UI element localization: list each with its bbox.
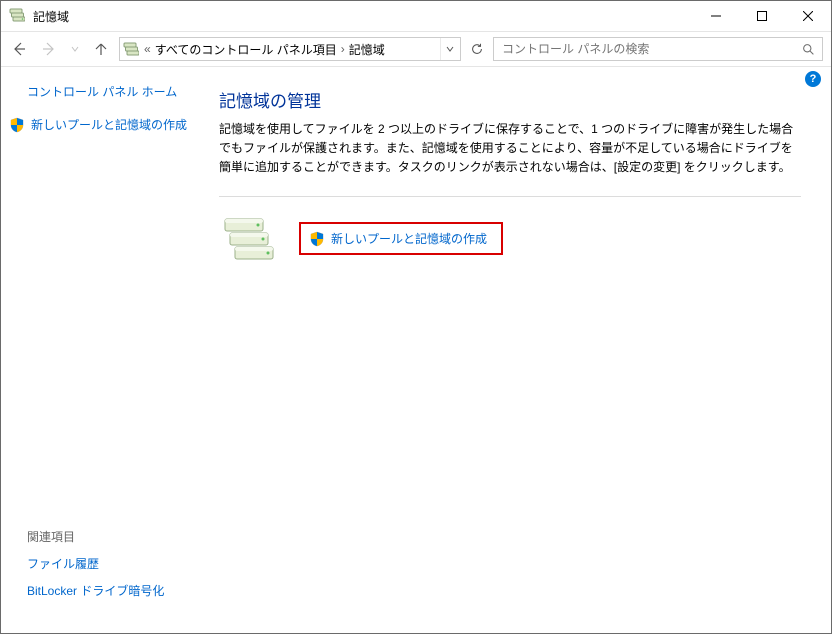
sidebar-link-label: 新しいプールと記憶域の作成 [31,116,187,133]
sidebar: コントロール パネル ホーム 新しいプールと記憶域の作成 [1,67,211,633]
sidebar-bottom: 関連項目 ファイル履歴 BitLocker ドライブ暗号化 [27,528,203,617]
control-panel-home-link[interactable]: コントロール パネル ホーム [27,83,203,100]
titlebar-left: 記憶域 [9,7,69,25]
navbar: « すべてのコントロール パネル項目 › 記憶域 [1,31,831,67]
minimize-button[interactable] [693,1,739,31]
search-icon[interactable] [800,41,816,57]
shield-icon [9,117,25,133]
breadcrumb-separator-icon: › [341,42,345,56]
up-button[interactable] [91,39,111,59]
drives-icon [219,211,279,267]
bitlocker-link[interactable]: BitLocker ドライブ暗号化 [27,582,203,599]
page-title: 記憶域の管理 [219,87,801,112]
action-row: 新しいプールと記憶域の作成 [219,211,801,267]
breadcrumb-item[interactable]: すべてのコントロール パネル項目 [155,41,337,58]
address-bar[interactable]: « すべてのコントロール パネル項目 › 記憶域 [119,37,461,61]
window-title: 記憶域 [33,8,69,25]
page-description: 記憶域を使用してファイルを 2 つ以上のドライブに保存することで、1 つのドライ… [219,120,801,178]
app-icon [9,7,27,25]
nav-arrows [9,39,115,59]
body: ? コントロール パネル ホーム 新しいプールと記憶域の作成 [1,67,831,633]
divider [219,196,801,197]
close-button[interactable] [785,1,831,31]
file-history-link[interactable]: ファイル履歴 [27,555,203,572]
search-input[interactable] [500,41,800,57]
search-box[interactable] [493,37,823,61]
breadcrumb[interactable]: « すべてのコントロール パネル項目 › 記憶域 [144,41,436,58]
create-pool-link[interactable]: 新しいプールと記憶域の作成 [331,230,487,247]
window: 記憶域 [0,0,832,634]
forward-button[interactable] [39,39,59,59]
address-dropdown-button[interactable] [440,38,458,60]
back-button[interactable] [9,39,29,59]
shield-icon [309,231,325,247]
related-items-label: 関連項目 [27,528,203,545]
create-pool-highlight: 新しいプールと記憶域の作成 [299,222,503,255]
breadcrumb-prefix: « [144,42,151,56]
sidebar-top: コントロール パネル ホーム 新しいプールと記憶域の作成 [27,83,203,528]
maximize-button[interactable] [739,1,785,31]
content: 記憶域の管理 記憶域を使用してファイルを 2 つ以上のドライブに保存することで、… [211,67,831,633]
refresh-button[interactable] [465,37,489,61]
breadcrumb-item[interactable]: 記憶域 [349,41,385,58]
sidebar-create-pool-link[interactable]: 新しいプールと記憶域の作成 [9,116,203,133]
recent-locations-button[interactable] [69,39,81,59]
window-controls [693,1,831,31]
address-icon [122,40,140,58]
titlebar: 記憶域 [1,1,831,31]
